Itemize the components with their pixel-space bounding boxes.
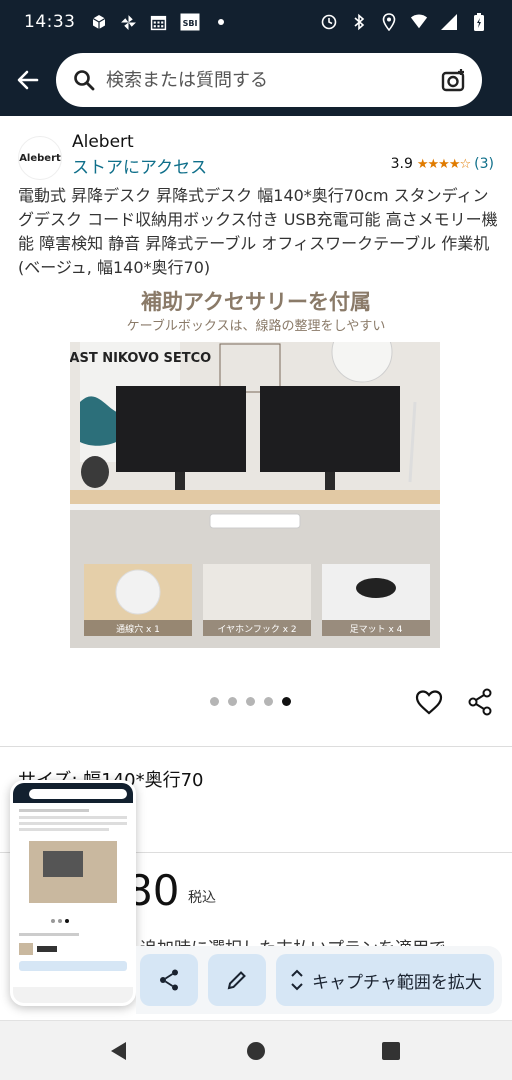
dot-icon (212, 13, 230, 31)
rating-value: 3.9 (390, 156, 413, 172)
square-recents-icon (382, 1042, 400, 1060)
status-time: 14:33 (24, 12, 76, 32)
search-bar[interactable] (56, 53, 482, 107)
nav-home-button[interactable] (242, 1037, 270, 1065)
nav-recents-button[interactable] (377, 1037, 405, 1065)
carousel-dots (210, 697, 291, 706)
search-input[interactable] (106, 69, 440, 91)
image-label-1: 通線穴 x 1 (116, 623, 160, 635)
back-arrow-icon (17, 70, 39, 90)
status-bar: 14:33 SBI (0, 0, 512, 44)
carousel-dot[interactable] (210, 697, 219, 706)
cube-icon (90, 13, 108, 31)
heart-icon[interactable] (414, 687, 444, 717)
image-label-2: イヤホンフック x 2 (217, 624, 296, 635)
capture-toolbar: キャプチャ範囲を拡大 (136, 946, 502, 1014)
wall-poster-text: BOAST NIKOVO SETCO (70, 351, 211, 366)
edit-capture-button[interactable] (208, 954, 266, 1006)
camera-search-icon[interactable] (440, 66, 468, 94)
brand-logo[interactable]: Alebert (18, 136, 62, 180)
expand-capture-button[interactable]: キャプチャ範囲を拡大 (276, 954, 494, 1006)
share-icon[interactable] (465, 687, 495, 717)
calendar-icon (150, 13, 168, 31)
triangle-back-icon (111, 1042, 126, 1060)
rating-stars-icon: ★★★★☆ (416, 156, 471, 172)
image-label-3: 足マット x 4 (350, 624, 403, 635)
pencil-icon (227, 971, 246, 990)
image-heading: 補助アクセサリーを付属 (141, 290, 371, 314)
pinwheel-icon (120, 13, 138, 31)
back-button[interactable] (0, 44, 56, 116)
rating-summary[interactable]: 3.9 ★★★★☆ (3) (391, 156, 494, 172)
divider (0, 746, 512, 747)
product-image[interactable]: BOAST NIKOVO SETCO 通線穴 x 1 イヤホンフック x 2 足… (70, 342, 440, 648)
brand-name: Alebert (72, 132, 134, 152)
visit-store-link[interactable]: ストアにアクセス (72, 153, 207, 178)
signal-icon (440, 13, 458, 31)
share-capture-button[interactable] (140, 954, 198, 1006)
search-icon (72, 68, 96, 92)
bluetooth-icon (350, 13, 368, 31)
search-header (0, 44, 512, 116)
screenshot-preview[interactable] (10, 780, 136, 1006)
carousel-dot[interactable] (264, 697, 273, 706)
carousel-dot[interactable] (246, 697, 255, 706)
carousel-dot[interactable] (228, 697, 237, 706)
sync-icon (320, 13, 338, 31)
expand-capture-label: キャプチャ範囲を拡大 (312, 972, 482, 993)
expand-vertical-icon (291, 969, 303, 991)
navigation-bar (0, 1020, 512, 1080)
sbi-icon: SBI (180, 13, 200, 31)
svg-text:SBI: SBI (182, 19, 197, 28)
product-title: 電動式 昇降デスク 昇降式デスク 幅140*奥行70cm スタンディングデスク … (18, 186, 498, 277)
review-count[interactable]: (3) (474, 156, 494, 172)
nav-back-button[interactable] (105, 1037, 133, 1065)
image-subheading: ケーブルボックスは、線路の整理をしやすい (126, 319, 386, 334)
location-icon (380, 13, 398, 31)
share-icon (160, 969, 178, 991)
wifi-icon (410, 13, 428, 31)
circle-home-icon (247, 1042, 265, 1060)
tax-label: 税込 (188, 890, 216, 906)
battery-icon (470, 13, 488, 31)
carousel-dot-active[interactable] (282, 697, 291, 706)
